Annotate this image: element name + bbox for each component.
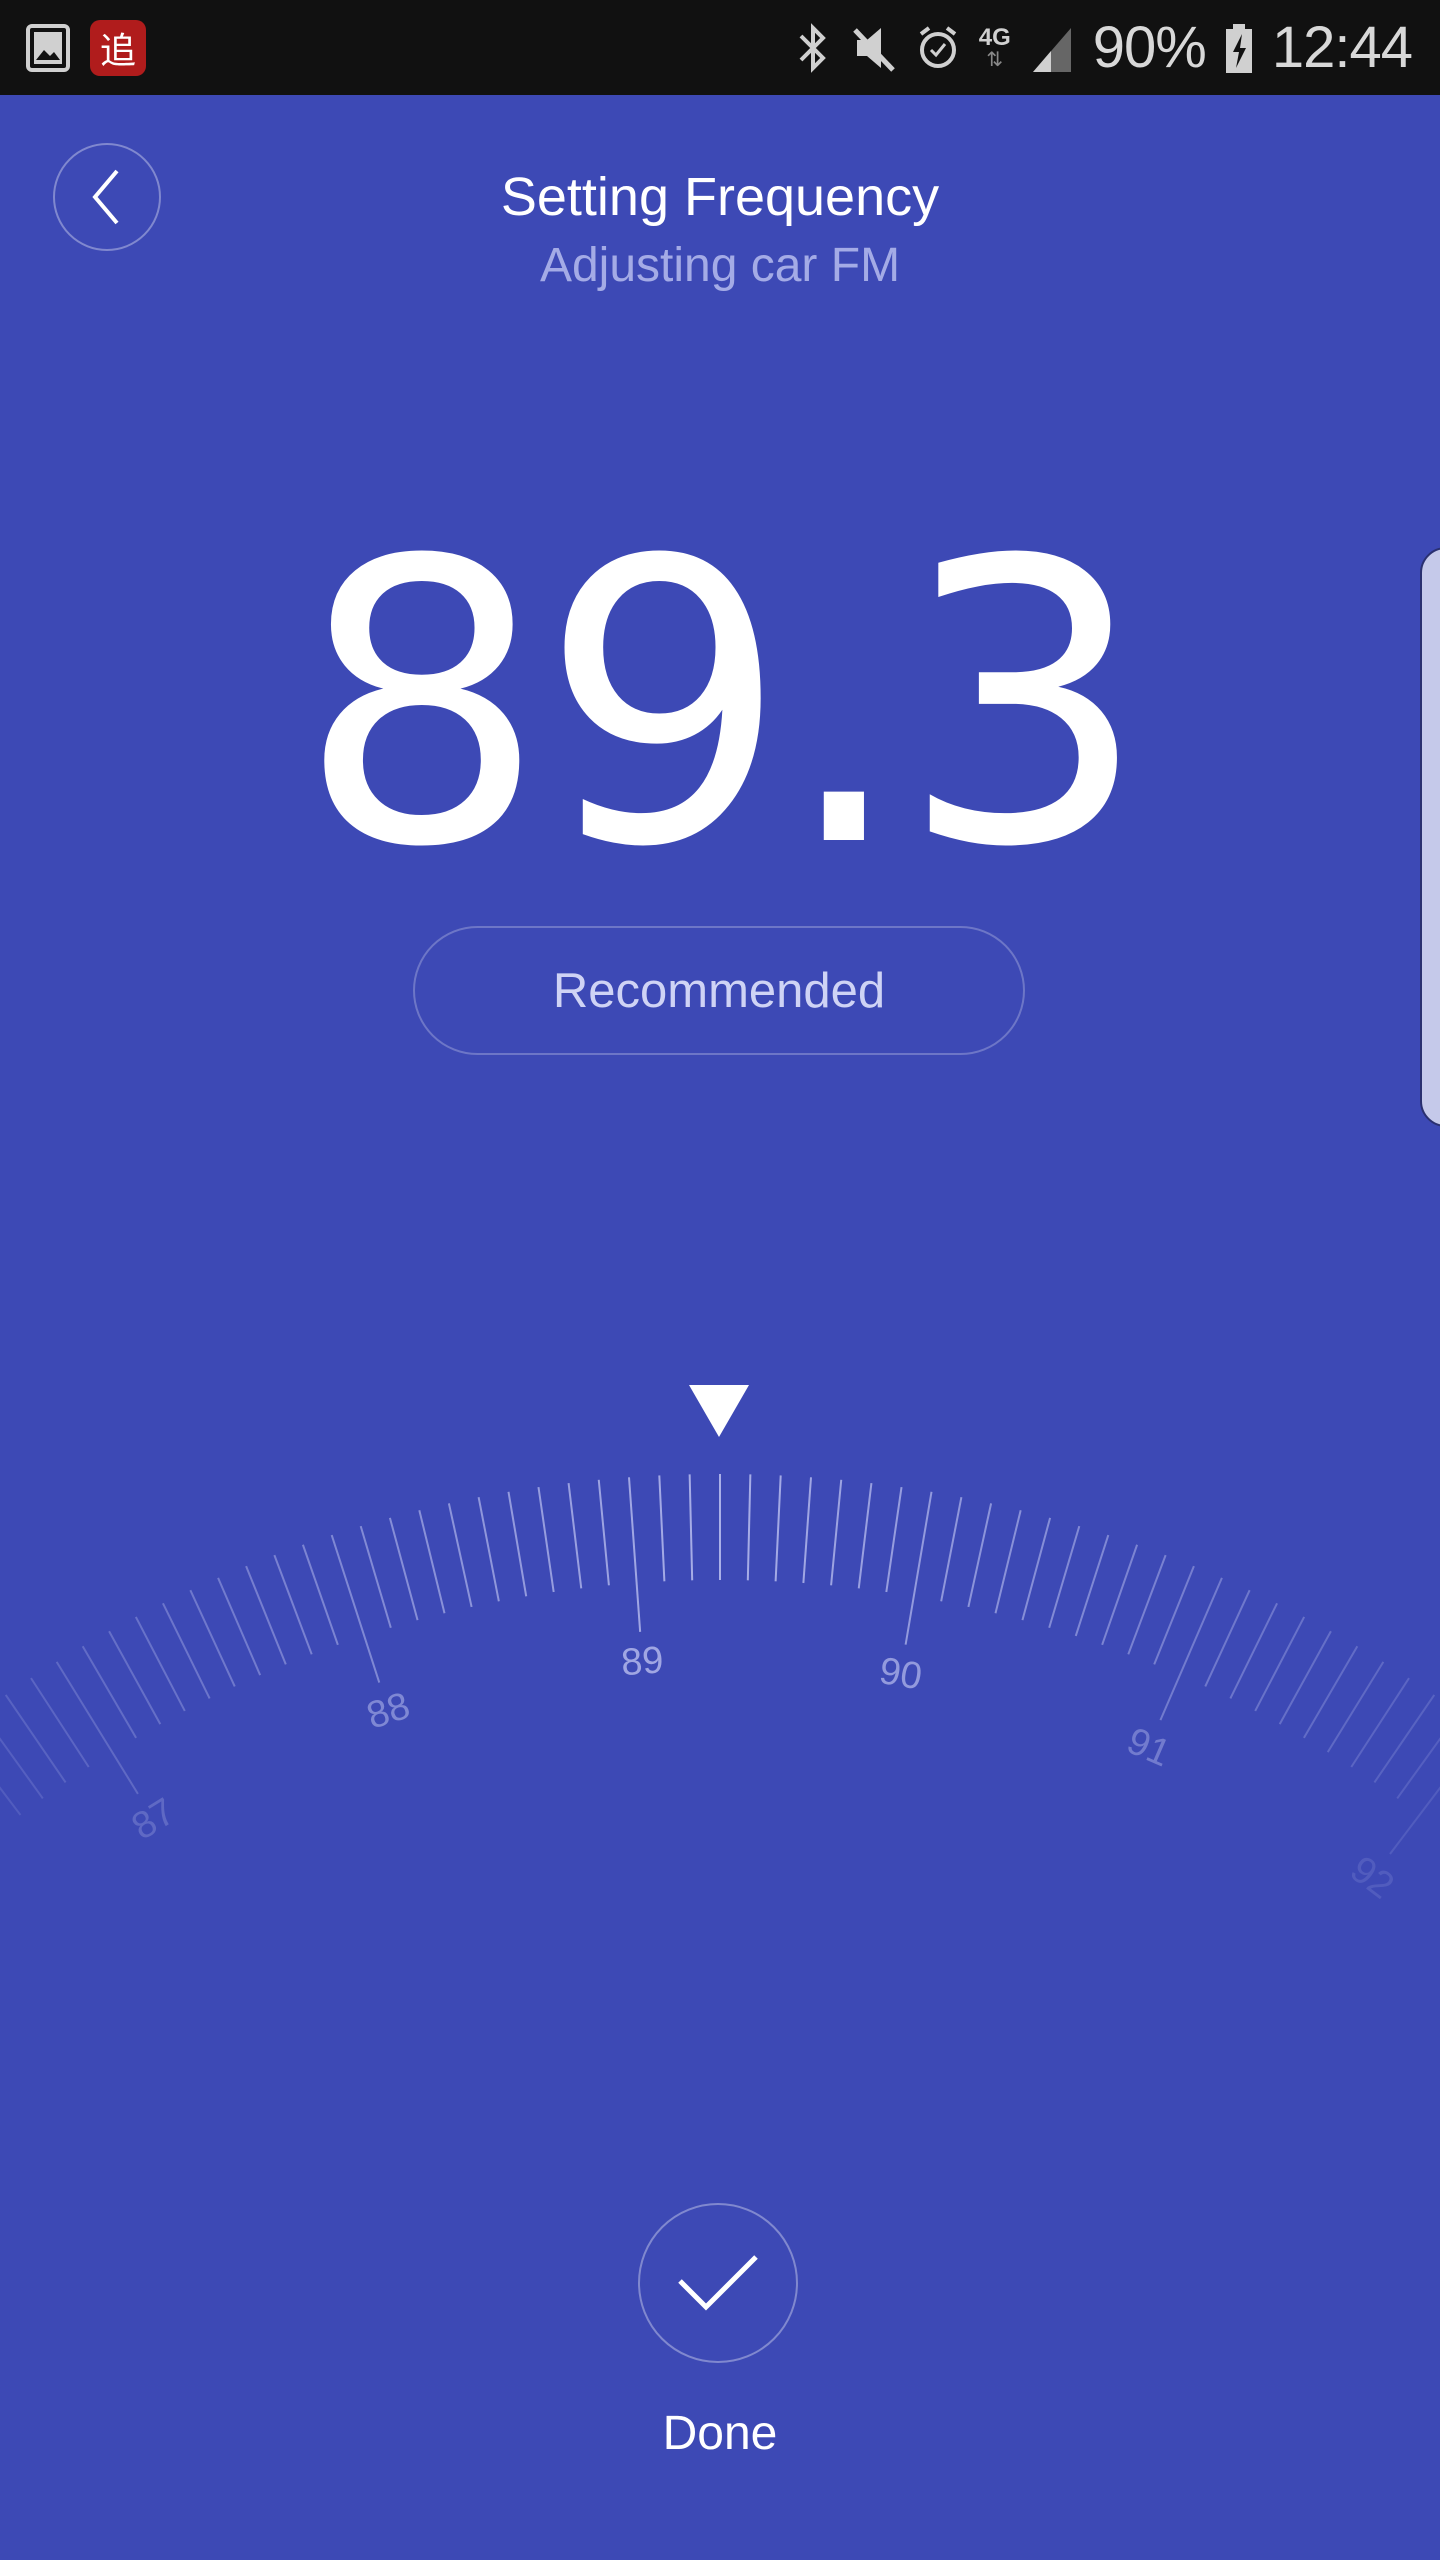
- bluetooth-icon: [799, 22, 826, 73]
- dial-tick: [1326, 1661, 1385, 1753]
- signal-icon: [1032, 27, 1071, 72]
- battery-percent: 90%: [1092, 15, 1207, 80]
- dial-label: 92: [1342, 1848, 1401, 1900]
- mute-icon: [852, 27, 895, 72]
- dial-tick: [567, 1482, 583, 1589]
- dial-tick: [507, 1491, 528, 1597]
- dial-tick: [477, 1497, 500, 1602]
- dial-tick: [967, 1503, 993, 1608]
- recommended-button[interactable]: Recommended: [413, 926, 1025, 1055]
- dial-tick: [30, 1677, 90, 1768]
- dial-tick: [1021, 1517, 1052, 1621]
- dial-tick: [885, 1486, 903, 1593]
- dial-tick: [1350, 1677, 1410, 1768]
- dial-tick: [1153, 1565, 1195, 1665]
- dial-tick: [1127, 1554, 1167, 1655]
- app-notification-icon: 追: [90, 20, 146, 76]
- dial-tick: [245, 1565, 287, 1665]
- 4g-data-icon: 4G ⇅: [978, 23, 1011, 71]
- recommended-label: Recommended: [552, 963, 886, 1018]
- dial-tick: [447, 1503, 473, 1608]
- dial-tick: [418, 1510, 446, 1614]
- dial-major-tick: [55, 1661, 139, 1795]
- dial-tick: [1101, 1544, 1139, 1646]
- dial-tick: [1396, 1737, 1440, 1800]
- dial-tick: [994, 1510, 1022, 1614]
- done-label: Done: [662, 2407, 778, 2460]
- dial-label: 91: [1121, 1720, 1176, 1775]
- dial-label: 87: [125, 1790, 183, 1848]
- dial-tick: [1373, 1694, 1436, 1784]
- dial-major-tick: [904, 1491, 933, 1645]
- dial-tick: [108, 1630, 162, 1725]
- dial-tick: [359, 1525, 392, 1629]
- dial-tick: [273, 1554, 313, 1655]
- dial-label: 88: [362, 1685, 415, 1738]
- dial-tick: [746, 1474, 752, 1581]
- dial-tick: [940, 1497, 963, 1602]
- dial-tick: [81, 1645, 137, 1739]
- dial-tick: [1303, 1645, 1359, 1739]
- dial-tick: [1048, 1525, 1081, 1629]
- dial-tick: [301, 1544, 339, 1646]
- page-title: Setting Frequency: [500, 167, 940, 227]
- app-icon-glyph: 追: [99, 30, 136, 71]
- page-subtitle: Adjusting car FM: [539, 239, 901, 292]
- dial-tick: [4, 1694, 67, 1784]
- alarm-icon: [919, 25, 956, 68]
- frequency-display: 89.3: [297, 478, 1148, 932]
- edge-panel-handle[interactable]: [1420, 547, 1440, 1127]
- dial-major-tick: [628, 1477, 642, 1632]
- status-bar: 追 4G ⇅ 90% 12:44: [0, 0, 1440, 95]
- dial-tick: [217, 1577, 262, 1676]
- dial-tick: [0, 1737, 44, 1800]
- dial-tick: [1074, 1534, 1110, 1637]
- dial-tick: [774, 1475, 782, 1582]
- dial-tick: [597, 1479, 610, 1586]
- battery-charging-icon: [1225, 23, 1252, 73]
- dial-tick: [388, 1517, 419, 1621]
- dial-tick: [857, 1482, 873, 1589]
- dial-tick: [537, 1486, 555, 1593]
- network-label: 4G: [978, 23, 1011, 51]
- dial-label: 90: [876, 1650, 925, 1698]
- dial-tick: [688, 1474, 694, 1581]
- checkmark-icon: [678, 2255, 758, 2311]
- dial-tick: [802, 1477, 812, 1584]
- dial-tick: [658, 1475, 666, 1582]
- dial-major-tick: [1159, 1577, 1223, 1721]
- dial-major-tick: [330, 1534, 381, 1683]
- dial-label: 89: [620, 1639, 665, 1684]
- clock: 12:44: [1271, 15, 1413, 80]
- dial-tick: [1278, 1630, 1332, 1725]
- frequency-dial[interactable]: 87 88 89 90 91 92: [0, 1380, 1440, 1900]
- done-button[interactable]: [638, 2203, 798, 2363]
- dial-tick: [830, 1479, 843, 1586]
- gallery-icon: [26, 24, 70, 72]
